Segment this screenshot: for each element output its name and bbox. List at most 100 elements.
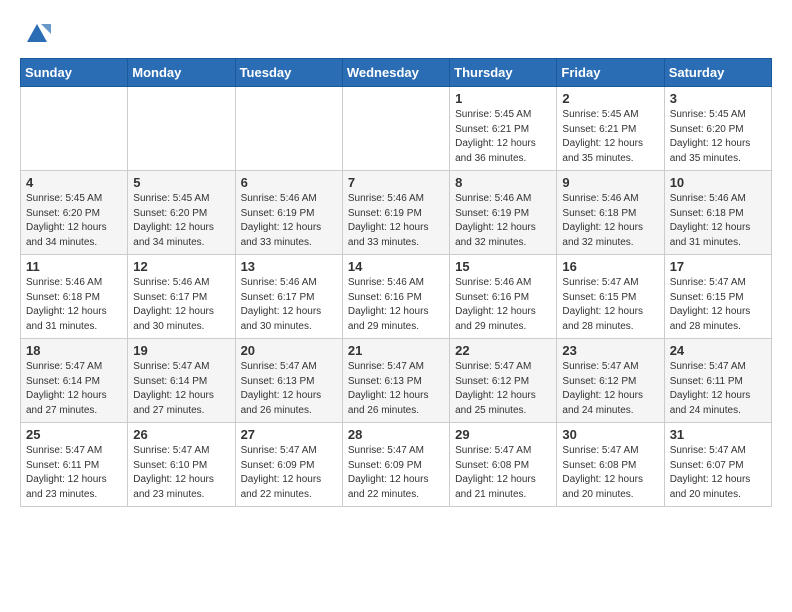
calendar-table: SundayMondayTuesdayWednesdayThursdayFrid… bbox=[20, 58, 772, 507]
day-info: Sunrise: 5:46 AM Sunset: 6:19 PM Dayligh… bbox=[455, 192, 551, 250]
calendar-cell: 12 Sunrise: 5:46 AM Sunset: 6:17 PM Dayli… bbox=[128, 255, 235, 339]
day-number: 13 bbox=[241, 259, 337, 274]
calendar-cell: 26Sunrise: 5:47 AM Sunset: 6:10 PM Dayli… bbox=[128, 423, 235, 507]
calendar-cell: 5 Sunrise: 5:45 AM Sunset: 6:20 PM Daylig… bbox=[128, 171, 235, 255]
day-number: 3 bbox=[670, 91, 766, 106]
week-row-2: 4 Sunrise: 5:45 AM Sunset: 6:20 PM Daylig… bbox=[21, 171, 772, 255]
weekday-header-sunday: Sunday bbox=[21, 59, 128, 87]
calendar-cell: 21 Sunrise: 5:47 AM Sunset: 6:13 PM Dayli… bbox=[342, 339, 449, 423]
day-info: Sunrise: 5:45 AM Sunset: 6:21 PM Dayligh… bbox=[562, 108, 658, 166]
week-row-5: 25 Sunrise: 5:47 AM Sunset: 6:11 PM Dayli… bbox=[21, 423, 772, 507]
calendar-cell: 7 Sunrise: 5:46 AM Sunset: 6:19 PM Daylig… bbox=[342, 171, 449, 255]
day-number: 29 bbox=[455, 427, 551, 442]
week-row-1: 1 Sunrise: 5:45 AM Sunset: 6:21 PM Daylig… bbox=[21, 87, 772, 171]
day-number: 19 bbox=[133, 343, 229, 358]
calendar-cell: 14Sunrise: 5:46 AM Sunset: 6:16 PM Dayli… bbox=[342, 255, 449, 339]
day-info: Sunrise: 5:45 AM Sunset: 6:20 PM Dayligh… bbox=[26, 192, 122, 250]
day-info: Sunrise: 5:47 AM Sunset: 6:13 PM Dayligh… bbox=[348, 360, 444, 418]
day-info: Sunrise: 5:47 AM Sunset: 6:15 PM Dayligh… bbox=[562, 276, 658, 334]
calendar-cell: 6 Sunrise: 5:46 AM Sunset: 6:19 PM Daylig… bbox=[235, 171, 342, 255]
calendar-cell: 16 Sunrise: 5:47 AM Sunset: 6:15 PM Dayli… bbox=[557, 255, 664, 339]
day-info: Sunrise: 5:46 AM Sunset: 6:17 PM Dayligh… bbox=[241, 276, 337, 334]
day-info: Sunrise: 5:47 AM Sunset: 6:14 PM Dayligh… bbox=[26, 360, 122, 418]
calendar-cell: 19 Sunrise: 5:47 AM Sunset: 6:14 PM Dayli… bbox=[128, 339, 235, 423]
logo-icon bbox=[23, 20, 51, 48]
day-number: 10 bbox=[670, 175, 766, 190]
day-info: Sunrise: 5:47 AM Sunset: 6:11 PM Dayligh… bbox=[26, 444, 122, 502]
day-number: 22 bbox=[455, 343, 551, 358]
calendar-cell: 15 Sunrise: 5:46 AM Sunset: 6:16 PM Dayli… bbox=[450, 255, 557, 339]
day-number: 26 bbox=[133, 427, 229, 442]
day-number: 23 bbox=[562, 343, 658, 358]
logo bbox=[20, 20, 51, 48]
day-info: Sunrise: 5:47 AM Sunset: 6:07 PM Dayligh… bbox=[670, 444, 766, 502]
calendar-cell: 11 Sunrise: 5:46 AM Sunset: 6:18 PM Dayli… bbox=[21, 255, 128, 339]
day-info: Sunrise: 5:46 AM Sunset: 6:19 PM Dayligh… bbox=[241, 192, 337, 250]
day-number: 31 bbox=[670, 427, 766, 442]
calendar-cell: 24Sunrise: 5:47 AM Sunset: 6:11 PM Dayli… bbox=[664, 339, 771, 423]
calendar-cell: 22 Sunrise: 5:47 AM Sunset: 6:12 PM Dayli… bbox=[450, 339, 557, 423]
day-number: 25 bbox=[26, 427, 122, 442]
day-info: Sunrise: 5:45 AM Sunset: 6:21 PM Dayligh… bbox=[455, 108, 551, 166]
page-header bbox=[20, 20, 772, 48]
day-number: 20 bbox=[241, 343, 337, 358]
calendar-cell: 8Sunrise: 5:46 AM Sunset: 6:19 PM Daylig… bbox=[450, 171, 557, 255]
calendar-cell: 29 Sunrise: 5:47 AM Sunset: 6:08 PM Dayli… bbox=[450, 423, 557, 507]
day-number: 12 bbox=[133, 259, 229, 274]
day-info: Sunrise: 5:46 AM Sunset: 6:18 PM Dayligh… bbox=[670, 192, 766, 250]
day-info: Sunrise: 5:47 AM Sunset: 6:12 PM Dayligh… bbox=[455, 360, 551, 418]
calendar-cell: 25 Sunrise: 5:47 AM Sunset: 6:11 PM Dayli… bbox=[21, 423, 128, 507]
day-number: 15 bbox=[455, 259, 551, 274]
day-number: 5 bbox=[133, 175, 229, 190]
day-info: Sunrise: 5:46 AM Sunset: 6:18 PM Dayligh… bbox=[26, 276, 122, 334]
day-number: 11 bbox=[26, 259, 122, 274]
weekday-header-wednesday: Wednesday bbox=[342, 59, 449, 87]
calendar-cell: 13 Sunrise: 5:46 AM Sunset: 6:17 PM Dayli… bbox=[235, 255, 342, 339]
day-number: 6 bbox=[241, 175, 337, 190]
calendar-cell: 31 Sunrise: 5:47 AM Sunset: 6:07 PM Dayli… bbox=[664, 423, 771, 507]
calendar-cell bbox=[235, 87, 342, 171]
calendar-cell: 3 Sunrise: 5:45 AM Sunset: 6:20 PM Daylig… bbox=[664, 87, 771, 171]
day-number: 18 bbox=[26, 343, 122, 358]
day-number: 27 bbox=[241, 427, 337, 442]
day-number: 17 bbox=[670, 259, 766, 274]
calendar-cell bbox=[128, 87, 235, 171]
calendar-cell: 28 Sunrise: 5:47 AM Sunset: 6:09 PM Dayli… bbox=[342, 423, 449, 507]
day-info: Sunrise: 5:47 AM Sunset: 6:09 PM Dayligh… bbox=[348, 444, 444, 502]
day-info: Sunrise: 5:46 AM Sunset: 6:16 PM Dayligh… bbox=[455, 276, 551, 334]
calendar-cell: 17 Sunrise: 5:47 AM Sunset: 6:15 PM Dayli… bbox=[664, 255, 771, 339]
day-number: 30 bbox=[562, 427, 658, 442]
day-number: 9 bbox=[562, 175, 658, 190]
day-info: Sunrise: 5:47 AM Sunset: 6:08 PM Dayligh… bbox=[562, 444, 658, 502]
day-number: 4 bbox=[26, 175, 122, 190]
weekday-header-monday: Monday bbox=[128, 59, 235, 87]
calendar-cell: 27Sunrise: 5:47 AM Sunset: 6:09 PM Dayli… bbox=[235, 423, 342, 507]
day-number: 7 bbox=[348, 175, 444, 190]
weekday-header-friday: Friday bbox=[557, 59, 664, 87]
calendar-cell: 4 Sunrise: 5:45 AM Sunset: 6:20 PM Daylig… bbox=[21, 171, 128, 255]
day-info: Sunrise: 5:47 AM Sunset: 6:14 PM Dayligh… bbox=[133, 360, 229, 418]
calendar-cell: 1 Sunrise: 5:45 AM Sunset: 6:21 PM Daylig… bbox=[450, 87, 557, 171]
day-info: Sunrise: 5:47 AM Sunset: 6:08 PM Dayligh… bbox=[455, 444, 551, 502]
day-number: 21 bbox=[348, 343, 444, 358]
day-info: Sunrise: 5:45 AM Sunset: 6:20 PM Dayligh… bbox=[133, 192, 229, 250]
calendar-cell: 20 Sunrise: 5:47 AM Sunset: 6:13 PM Dayli… bbox=[235, 339, 342, 423]
weekday-header-thursday: Thursday bbox=[450, 59, 557, 87]
day-info: Sunrise: 5:47 AM Sunset: 6:12 PM Dayligh… bbox=[562, 360, 658, 418]
day-number: 1 bbox=[455, 91, 551, 106]
week-row-4: 18 Sunrise: 5:47 AM Sunset: 6:14 PM Dayli… bbox=[21, 339, 772, 423]
day-number: 2 bbox=[562, 91, 658, 106]
day-info: Sunrise: 5:45 AM Sunset: 6:20 PM Dayligh… bbox=[670, 108, 766, 166]
day-number: 24 bbox=[670, 343, 766, 358]
calendar-cell bbox=[21, 87, 128, 171]
day-info: Sunrise: 5:46 AM Sunset: 6:17 PM Dayligh… bbox=[133, 276, 229, 334]
weekday-header-saturday: Saturday bbox=[664, 59, 771, 87]
day-info: Sunrise: 5:46 AM Sunset: 6:19 PM Dayligh… bbox=[348, 192, 444, 250]
day-number: 16 bbox=[562, 259, 658, 274]
day-info: Sunrise: 5:47 AM Sunset: 6:15 PM Dayligh… bbox=[670, 276, 766, 334]
calendar-cell: 18 Sunrise: 5:47 AM Sunset: 6:14 PM Dayli… bbox=[21, 339, 128, 423]
calendar-cell: 9Sunrise: 5:46 AM Sunset: 6:18 PM Daylig… bbox=[557, 171, 664, 255]
day-number: 28 bbox=[348, 427, 444, 442]
week-row-3: 11 Sunrise: 5:46 AM Sunset: 6:18 PM Dayli… bbox=[21, 255, 772, 339]
day-info: Sunrise: 5:47 AM Sunset: 6:13 PM Dayligh… bbox=[241, 360, 337, 418]
